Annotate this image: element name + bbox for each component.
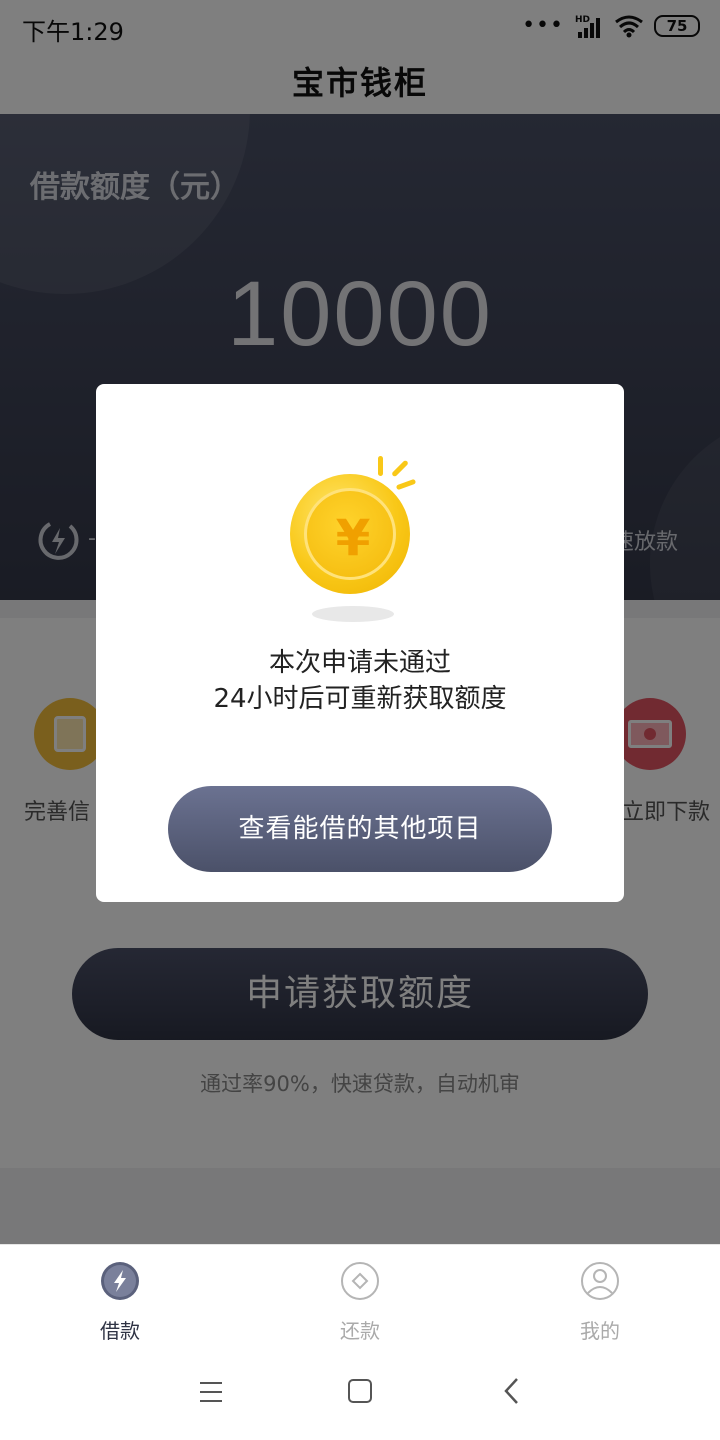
coin-icon: ¥ xyxy=(290,474,410,594)
home-icon[interactable] xyxy=(340,1374,380,1410)
tab-loan[interactable]: 借款 xyxy=(0,1245,240,1345)
user-icon xyxy=(581,1262,619,1300)
rejection-dialog: ¥ 本次申请未通过 24小时后可重新获取额度 查看能借的其他项目 xyxy=(96,384,624,902)
view-other-projects-button[interactable]: 查看能借的其他项目 xyxy=(168,786,552,872)
sparkle-line xyxy=(391,459,409,478)
dialog-message-line2: 24小时后可重新获取额度 xyxy=(213,684,507,714)
yen-symbol: ¥ xyxy=(335,509,371,567)
tab-label-mine: 我的 xyxy=(580,1319,620,1343)
sparkle-line xyxy=(395,478,417,491)
back-icon[interactable] xyxy=(492,1374,532,1410)
diamond-circle-icon xyxy=(341,1262,379,1300)
coin-shadow xyxy=(312,606,394,622)
bottom-tab-bar: 借款 还款 我的 xyxy=(0,1244,720,1344)
dialog-message-line1: 本次申请未通过 xyxy=(268,648,451,678)
lightning-icon xyxy=(101,1262,139,1300)
tab-mine[interactable]: 我的 xyxy=(480,1245,720,1345)
tab-label-repay: 还款 xyxy=(340,1319,380,1343)
coin-face: ¥ xyxy=(304,488,396,580)
sparkle-line xyxy=(378,456,383,476)
system-nav-bar xyxy=(0,1344,720,1440)
tab-repay[interactable]: 还款 xyxy=(240,1245,480,1345)
coin-illustration: ¥ xyxy=(286,450,426,622)
tab-label-loan: 借款 xyxy=(100,1319,140,1343)
menu-icon[interactable] xyxy=(191,1374,231,1410)
